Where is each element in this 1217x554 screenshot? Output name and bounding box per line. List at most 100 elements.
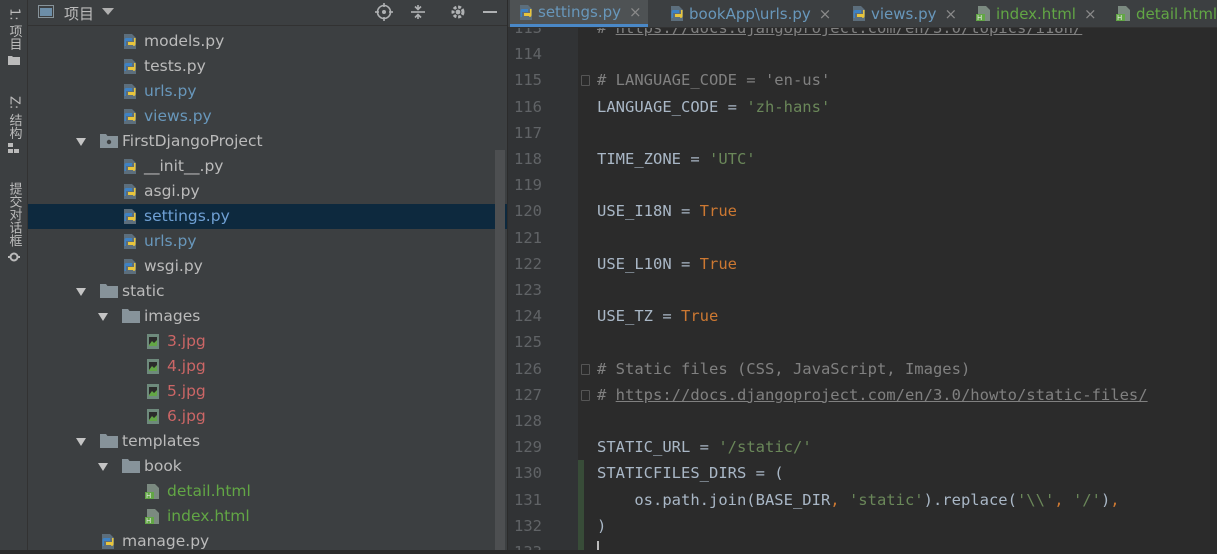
close-icon[interactable]: × [819,5,832,23]
tab-bookapp-urls-py[interactable]: bookApp\urls.py × [661,0,837,27]
structure-tool-button[interactable]: Z: 结构 [3,92,25,154]
tree-item-urls-py[interactable]: urls.py [28,79,507,104]
tree-item-urls-py[interactable]: urls.py [28,229,507,254]
tree-item-init-py[interactable]: __init__.py [28,154,507,179]
tree-item-book[interactable]: book [28,454,507,479]
svg-text:H: H [146,517,151,525]
code-line[interactable]: 116 LANGUAGE_CODE = 'zh-hans' [508,94,1217,120]
tree-item-4-jpg[interactable]: 4.jpg [28,354,507,379]
tree-item-6-jpg[interactable]: 6.jpg [28,404,507,429]
tree-item-images[interactable]: images [28,304,507,329]
tab-label: detail.html [1136,4,1217,23]
fold-marker-icon[interactable] [581,75,590,87]
tab-views-py[interactable]: views.py × [843,0,963,27]
code-line[interactable]: 121 [508,225,1217,251]
tree-item-5-jpg[interactable]: 5.jpg [28,379,507,404]
code-line[interactable]: 130 STATICFILES_DIRS = ( [508,460,1217,486]
line-number: 115 [514,71,542,90]
code-line[interactable]: 124 USE_TZ = True [508,303,1217,329]
text-caret [597,541,599,550]
tree-item-manage-py[interactable]: manage.py [28,529,507,554]
line-number: 131 [514,490,542,509]
code-line[interactable]: 115 # LANGUAGE_CODE = 'en-us' [508,67,1217,93]
code-line[interactable]: 129 STATIC_URL = '/static/' [508,434,1217,460]
expand-arrow-icon[interactable] [98,313,108,321]
expand-arrow-icon[interactable] [76,288,86,296]
tree-item-label: book [144,457,182,475]
tree-item-templates[interactable]: templates [28,429,507,454]
code-line[interactable]: 113 # https://docs.djangoproject.com/en/3… [508,28,1217,41]
expand-arrow-icon[interactable] [76,138,86,146]
commit-tool-button[interactable]: 提交对话框 [3,178,25,263]
code-line[interactable]: 125 [508,329,1217,355]
fold-marker-icon[interactable] [581,389,590,401]
python-icon [851,5,867,22]
close-icon[interactable]: × [629,3,642,21]
code-line[interactable]: 132) [508,513,1217,539]
fold-marker-icon[interactable] [581,363,590,375]
code-line[interactable]: 123 [508,277,1217,303]
project-tool-button[interactable]: 1: 项目 [3,4,25,65]
code-line[interactable]: 114 [508,41,1217,67]
tab-detail-html[interactable]: Hdetail.html [1108,0,1217,27]
code-line[interactable]: 119 [508,172,1217,198]
code-token: # [597,28,616,37]
code-line[interactable]: 120 USE_I18N = True [508,198,1217,224]
code-token: https://docs.djangoproject.com/en/3.0/to… [615,28,1083,37]
tree-item-3-jpg[interactable]: 3.jpg [28,329,507,354]
tree-item-index-html[interactable]: Hindex.html [28,504,507,529]
folder-icon [122,458,140,475]
tree-scrollbar[interactable] [495,150,505,550]
chevron-down-icon[interactable] [102,8,114,15]
tree-item-label: 6.jpg [167,407,206,425]
code-line[interactable]: 122 USE_L10N = True [508,251,1217,277]
python-file-icon [122,258,138,275]
code-line[interactable]: 126 # Static files (CSS, JavaScript, Imag… [508,356,1217,382]
code-line[interactable]: 133 [508,539,1217,550]
line-number: 119 [514,176,542,195]
close-icon[interactable]: × [1084,5,1097,23]
tree-item-asgi-py[interactable]: asgi.py [28,179,507,204]
project-panel-title[interactable]: 项目 [64,3,94,24]
line-number: 121 [514,228,542,247]
vcs-change-marker[interactable] [578,460,584,550]
tab-label: index.html [996,4,1076,23]
close-icon[interactable]: × [945,5,958,23]
collapse-all-icon[interactable] [408,2,428,22]
code-area[interactable]: 113 # https://docs.djangoproject.com/en/3… [508,28,1217,550]
code-token: USE_L10N = [597,254,700,273]
locate-icon[interactable] [374,2,394,22]
expand-arrow-icon[interactable] [76,438,86,446]
commit-icon [8,252,20,262]
code-token: , [830,490,849,509]
code-text: # https://docs.djangoproject.com/en/3.0/… [597,28,1082,37]
code-token: '\\' [1016,490,1055,509]
code-line[interactable]: 127 # https://docs.djangoproject.com/en/3… [508,382,1217,408]
tree-item-views-py[interactable]: views.py [28,104,507,129]
hide-panel-icon[interactable] [480,2,500,22]
code-line[interactable]: 118 TIME_ZONE = 'UTC' [508,146,1217,172]
code-token: # LANGUAGE_CODE = 'en-us' [597,71,831,90]
tree-item-tests-py[interactable]: tests.py [28,54,507,79]
tree-item-static[interactable]: static [28,279,507,304]
tree-item-models-py[interactable]: models.py [28,29,507,54]
gear-icon[interactable] [448,2,468,22]
tree-item-label: tests.py [144,57,206,75]
expand-arrow-icon[interactable] [98,463,108,471]
code-token: ).replace( [923,490,1017,509]
code-line[interactable]: 117 [508,120,1217,146]
code-line[interactable]: 131 os.path.join(BASE_DIR, 'static').rep… [508,487,1217,513]
tree-item-settings-py[interactable]: settings.py [28,204,507,229]
editor: 113 # https://docs.djangoproject.com/en/3… [508,0,1217,550]
image-file-icon [145,383,161,400]
tree-item-label: static [122,282,165,300]
line-number: 116 [514,97,542,116]
code-token: '/static/' [718,438,812,457]
tree-item-wsgi-py[interactable]: wsgi.py [28,254,507,279]
code-text: USE_L10N = True [597,255,737,273]
tree-item-firstdjangoproject[interactable]: FirstDjangoProject [28,129,507,154]
tab-index-html[interactable]: Hindex.html × [968,0,1103,27]
tab-settings-py[interactable]: settings.py × [510,0,648,27]
tree-item-detail-html[interactable]: Hdetail.html [28,479,507,504]
code-line[interactable]: 128 [508,408,1217,434]
